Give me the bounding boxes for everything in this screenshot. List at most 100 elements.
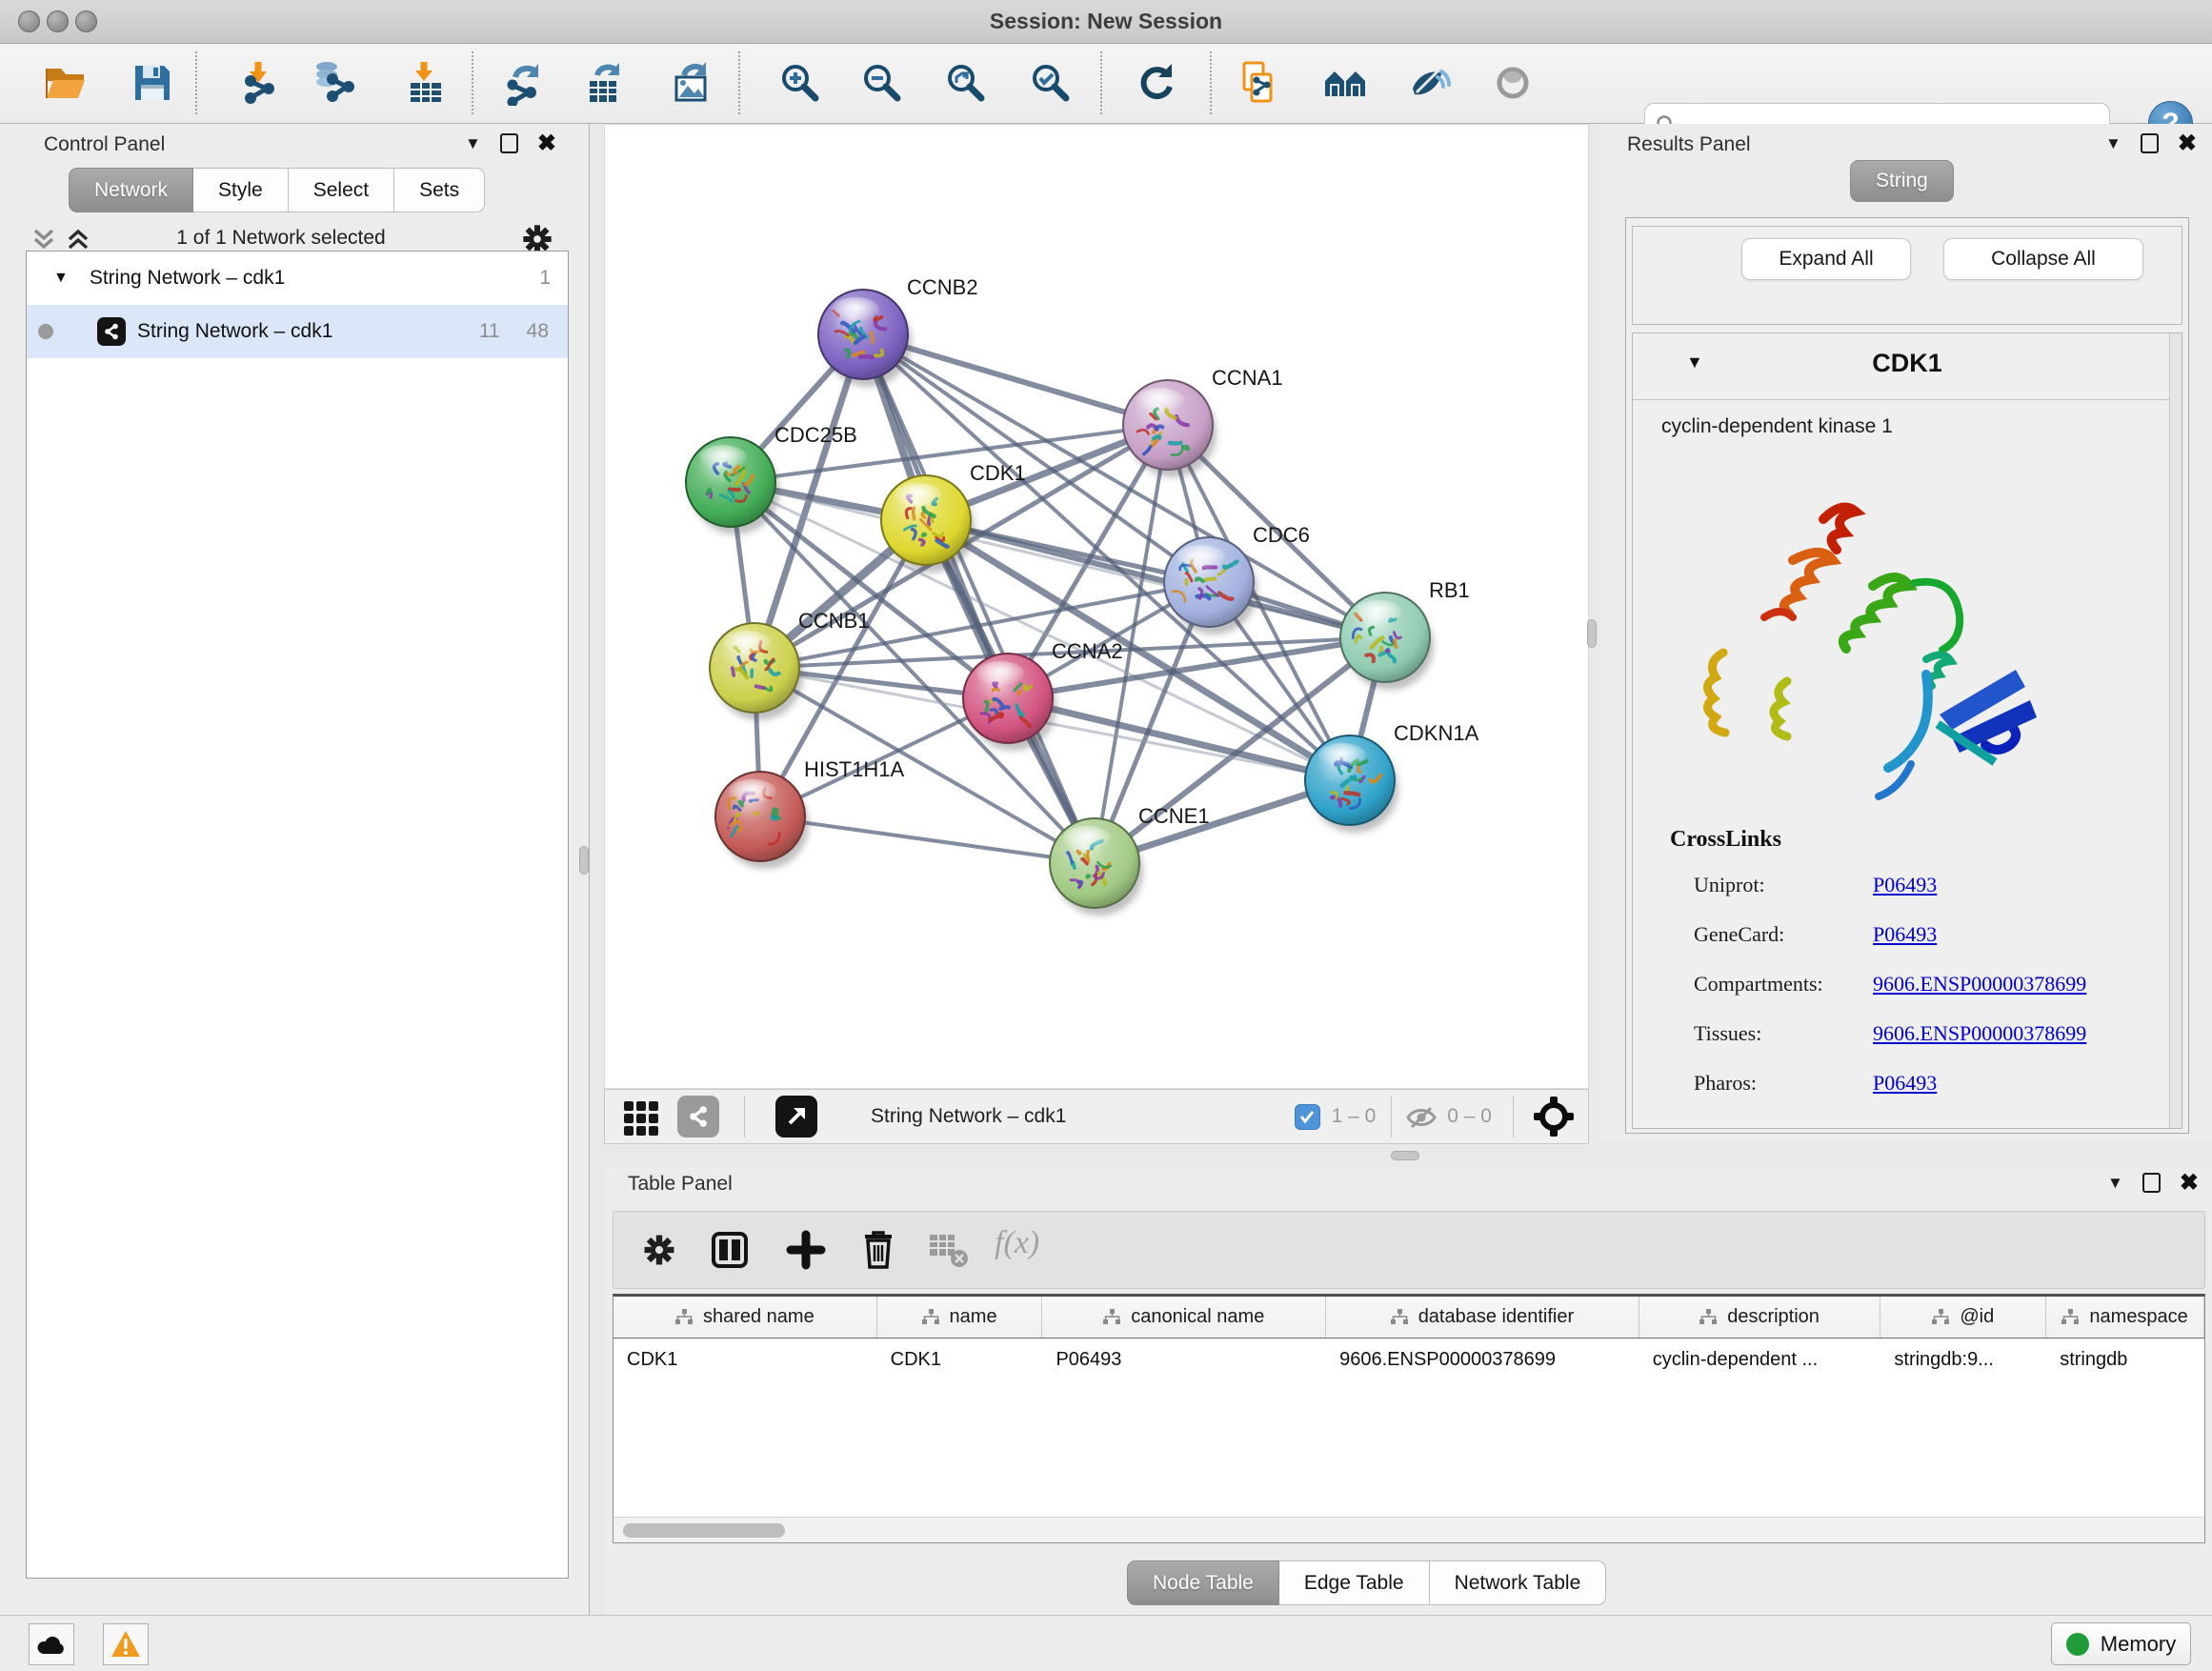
delete-column-icon[interactable] <box>857 1227 899 1271</box>
horizontal-splitter-handle[interactable] <box>1391 1151 1419 1160</box>
network-node-count: 11 <box>479 320 500 343</box>
tab-network-table[interactable]: Network Table <box>1430 1560 1607 1605</box>
table-panel-float-icon[interactable] <box>2142 1173 2161 1193</box>
export-image-icon[interactable] <box>669 60 714 106</box>
table-gear-icon[interactable] <box>640 1231 678 1269</box>
birdseye-view-icon[interactable] <box>775 1096 817 1137</box>
node-label-cdc6[interactable]: CDC6 <box>1253 523 1310 547</box>
column-header--id[interactable]: @id <box>1880 1297 2046 1338</box>
zoom-out-icon[interactable] <box>859 60 905 106</box>
grid-view-icon[interactable] <box>620 1096 662 1137</box>
zoom-selected-icon[interactable] <box>1028 60 1074 106</box>
collection-expander-icon[interactable]: ▼ <box>53 270 69 287</box>
network-row-selected[interactable]: String Network – cdk1 11 48 <box>27 305 568 358</box>
node-label-ccnb2[interactable]: CCNB2 <box>907 275 978 299</box>
node-label-hist1h1a[interactable]: HIST1H1A <box>804 757 904 781</box>
table-hscroll-thumb[interactable] <box>623 1523 785 1538</box>
crosslink-link[interactable]: P06493 <box>1873 922 1937 947</box>
table-cell[interactable]: stringdb:9... <box>1880 1339 2046 1380</box>
crosslink-link[interactable]: P06493 <box>1873 873 1937 897</box>
zoom-fit-icon[interactable] <box>943 60 989 106</box>
table-cell[interactable]: stringdb <box>2046 1339 2204 1380</box>
node-label-ccna2[interactable]: CCNA2 <box>1052 639 1123 663</box>
show-columns-icon[interactable] <box>709 1229 751 1271</box>
node-label-rb1[interactable]: RB1 <box>1429 578 1470 602</box>
column-header-database-identifier[interactable]: database identifier <box>1326 1297 1639 1338</box>
table-cell[interactable]: P06493 <box>1042 1339 1326 1380</box>
control-panel-menu-icon[interactable]: ▼ <box>465 134 481 153</box>
pan-target-icon[interactable] <box>1533 1096 1575 1137</box>
collapse-all-icon[interactable] <box>30 226 57 252</box>
node-label-ccna1[interactable]: CCNA1 <box>1212 366 1283 390</box>
right-splitter-handle[interactable] <box>1587 619 1597 648</box>
column-header-canonical-name[interactable]: canonical name <box>1042 1297 1326 1338</box>
table-cell[interactable]: CDK1 <box>877 1339 1043 1380</box>
left-splitter-handle[interactable] <box>579 846 589 875</box>
tab-sets[interactable]: Sets <box>394 168 485 212</box>
clone-network-icon[interactable] <box>1237 60 1282 106</box>
show-all-icon[interactable] <box>1490 60 1536 106</box>
add-column-icon[interactable] <box>785 1229 827 1271</box>
expand-all-icon[interactable] <box>65 226 91 252</box>
expand-all-button[interactable]: Expand All <box>1741 238 1911 280</box>
results-panel-float-icon[interactable] <box>2141 133 2159 153</box>
string-view-icon[interactable] <box>677 1096 719 1137</box>
zoom-in-icon[interactable] <box>777 60 823 106</box>
table-panel-close-icon[interactable]: ✖ <box>2180 1174 2199 1193</box>
table-panel-menu-icon[interactable]: ▼ <box>2107 1174 2123 1193</box>
crosslink-link[interactable]: 9606.ENSP00000378699 <box>1873 1021 2086 1046</box>
export-table-icon[interactable] <box>584 60 630 106</box>
tab-string[interactable]: String <box>1850 160 1954 202</box>
tab-node-table[interactable]: Node Table <box>1127 1560 1279 1605</box>
control-panel-close-icon[interactable]: ✖ <box>537 134 556 153</box>
node-label-cdkn1a[interactable]: CDKN1A <box>1394 721 1479 745</box>
tab-network[interactable]: Network <box>69 168 193 212</box>
export-network-icon[interactable] <box>502 60 548 106</box>
cloud-button[interactable] <box>29 1623 74 1665</box>
network-selection-status: 1 of 1 Network selected <box>114 227 448 250</box>
table-row[interactable]: CDK1CDK1P064939606.ENSP00000378699cyclin… <box>613 1339 2204 1380</box>
node-label-ccne1[interactable]: CCNE1 <box>1138 804 1210 828</box>
crosslink-link[interactable]: 9606.ENSP00000378699 <box>1873 972 2086 997</box>
table-toolbar: f(x) <box>613 1211 2205 1289</box>
open-session-icon[interactable] <box>42 60 88 106</box>
save-session-icon[interactable] <box>130 60 175 106</box>
import-network-database-icon[interactable] <box>312 60 358 106</box>
collapse-all-button[interactable]: Collapse All <box>1943 238 2143 280</box>
column-header-shared-name[interactable]: shared name <box>613 1297 877 1338</box>
selected-checkbox-icon[interactable] <box>1295 1104 1320 1130</box>
network-canvas[interactable]: CCNB2 CCNA1 CDC25B CDK1 CDC6 RB1 CCNB1 CCNA2 CDK… <box>604 124 1589 1089</box>
memory-status-dot-icon <box>2066 1633 2089 1656</box>
results-panel-menu-icon[interactable]: ▼ <box>2105 134 2122 153</box>
table-cell[interactable]: cyclin-dependent ... <box>1639 1339 1881 1380</box>
results-scrollbar[interactable] <box>2169 333 2182 1128</box>
table-hscrollbar[interactable] <box>613 1517 2204 1542</box>
tab-style[interactable]: Style <box>193 168 289 212</box>
node-label-cdc25b[interactable]: CDC25B <box>774 423 857 447</box>
network-collection-row[interactable]: ▼ String Network – cdk1 1 <box>27 252 568 305</box>
crosslink-link[interactable]: P06493 <box>1873 1071 1937 1096</box>
toolbar-separator <box>195 51 197 114</box>
node-label-cdk1[interactable]: CDK1 <box>970 461 1026 485</box>
table-cell[interactable]: 9606.ENSP00000378699 <box>1326 1339 1639 1380</box>
crosslink-label: Uniprot: <box>1694 873 1765 897</box>
control-panel-float-icon[interactable] <box>500 133 518 153</box>
hide-selected-icon[interactable] <box>1405 60 1451 106</box>
results-panel-close-icon[interactable]: ✖ <box>2178 134 2197 153</box>
node-label-ccnb1[interactable]: CCNB1 <box>798 609 870 633</box>
first-neighbors-icon[interactable] <box>1322 60 1368 106</box>
column-header-name[interactable]: name <box>877 1297 1043 1338</box>
refresh-view-icon[interactable] <box>1134 60 1179 106</box>
results-panel: Results Panel ▼ ✖ Expand All Collapse Al… <box>1600 124 2212 1141</box>
table-panel-title: Table Panel <box>628 1173 733 1196</box>
table-cell[interactable]: CDK1 <box>613 1339 877 1380</box>
crosslink-row: Uniprot: P06493 <box>1633 863 2182 913</box>
warnings-button[interactable] <box>103 1623 149 1665</box>
column-header-namespace[interactable]: namespace <box>2046 1297 2204 1338</box>
tab-edge-table[interactable]: Edge Table <box>1279 1560 1430 1605</box>
import-table-icon[interactable] <box>403 60 449 106</box>
column-header-description[interactable]: description <box>1639 1297 1881 1338</box>
memory-button[interactable]: Memory <box>2051 1622 2191 1665</box>
tab-select[interactable]: Select <box>289 168 394 212</box>
import-network-file-icon[interactable] <box>238 60 284 106</box>
